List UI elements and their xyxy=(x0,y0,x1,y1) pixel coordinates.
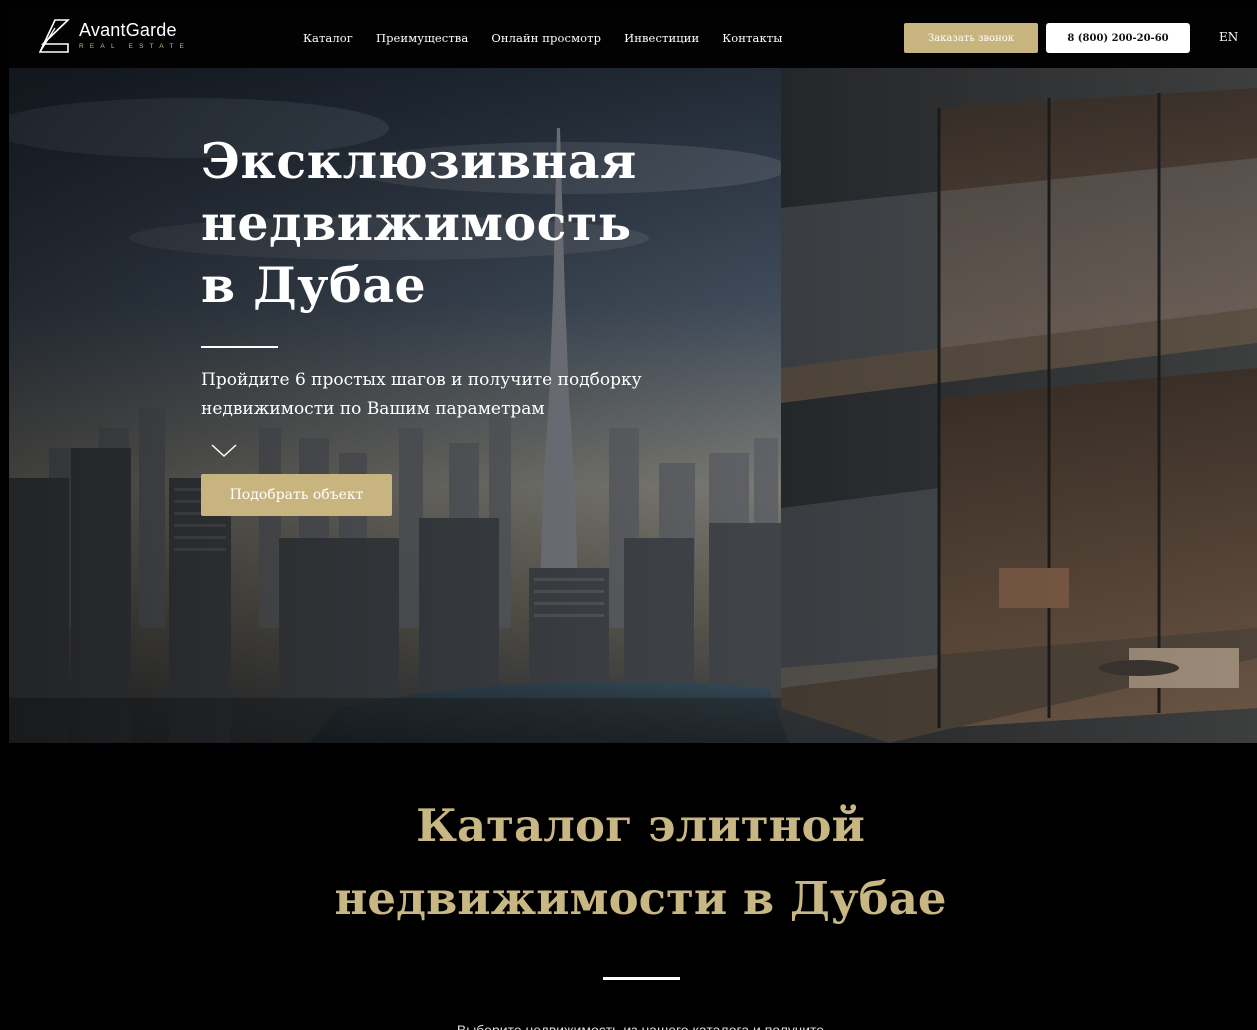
main-nav: Каталог Преимущества Онлайн просмотр Инв… xyxy=(303,31,782,45)
hero-title-line: Эксклюзивная xyxy=(201,132,637,190)
hero-title-line: в Дубае xyxy=(201,256,427,314)
hero-subtitle: Пройдите 6 простых шагов и получите подб… xyxy=(201,370,642,419)
catalog-title-line: недвижимости в Дубае xyxy=(334,872,947,925)
nav-link-online-view[interactable]: Онлайн просмотр xyxy=(491,31,601,45)
phone-button[interactable]: 8 (800) 200-20-60 xyxy=(1046,23,1190,53)
logo-icon xyxy=(38,19,70,53)
site-header: AvantGarde REAL ESTATE Каталог Преимущес… xyxy=(9,9,1257,68)
catalog-section: Каталог элитной недвижимости в Дубае Выб… xyxy=(9,743,1257,1030)
hero-divider xyxy=(201,346,278,348)
nav-link-advantages[interactable]: Преимущества xyxy=(376,31,468,45)
hero-title-line: недвижимость xyxy=(201,194,632,252)
logo[interactable]: AvantGarde REAL ESTATE xyxy=(37,18,190,54)
order-call-button[interactable]: Заказать звонок xyxy=(904,23,1038,53)
catalog-title-line: Каталог элитной xyxy=(416,799,865,852)
nav-link-contacts[interactable]: Контакты xyxy=(722,31,782,45)
logo-name: AvantGarde xyxy=(79,20,177,41)
catalog-title: Каталог элитной недвижимости в Дубае xyxy=(9,789,1257,935)
catalog-description: Выберите недвижимость из нашего каталога… xyxy=(456,1022,825,1030)
hero-title: Эксклюзивная недвижимость в Дубае xyxy=(201,130,761,316)
nav-link-catalog[interactable]: Каталог xyxy=(303,31,353,45)
logo-subtitle: REAL ESTATE xyxy=(79,43,191,51)
page-frame: AvantGarde REAL ESTATE Каталог Преимущес… xyxy=(9,9,1257,1030)
catalog-divider xyxy=(603,977,680,980)
chevron-down-icon[interactable] xyxy=(211,444,237,458)
hero-content: Эксклюзивная недвижимость в Дубае Пройди… xyxy=(201,130,761,516)
pick-property-button[interactable]: Подобрать объект xyxy=(201,474,392,516)
nav-link-investments[interactable]: Инвестиции xyxy=(624,31,699,45)
language-switch[interactable]: EN xyxy=(1219,30,1238,44)
hero-section: Эксклюзивная недвижимость в Дубае Пройди… xyxy=(9,68,1257,743)
